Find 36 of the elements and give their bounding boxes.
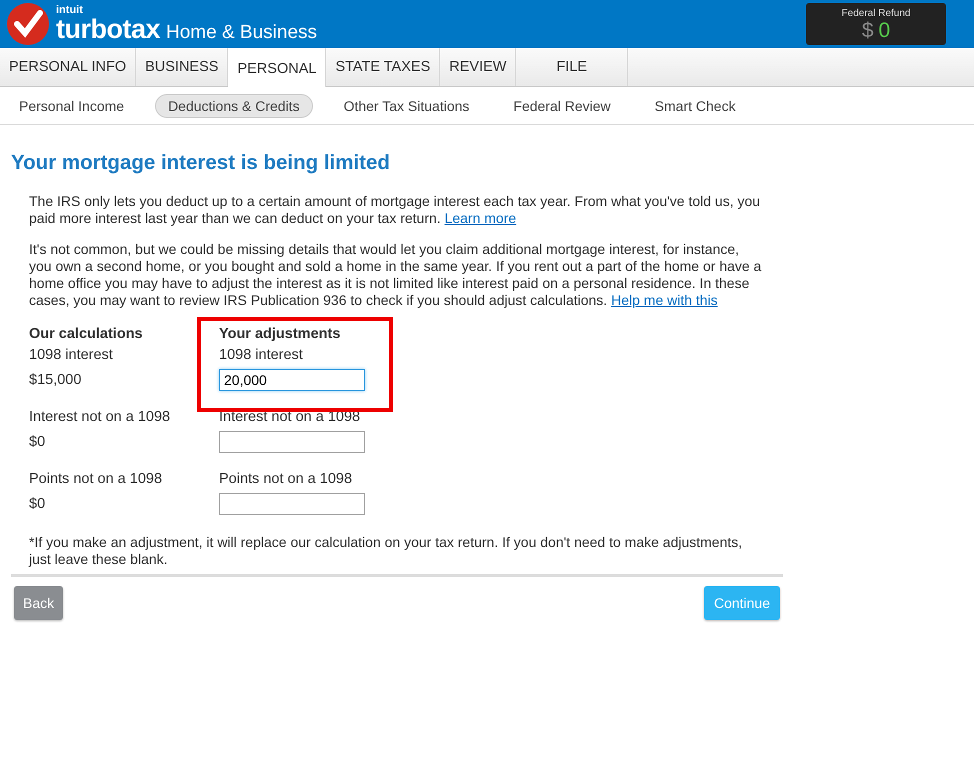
adjustment-input[interactable]: 20,000 [219, 368, 365, 390]
subnav-tab[interactable]: Smart Check [642, 94, 749, 118]
field-label: 1098 interest [29, 346, 114, 364]
subnav-tab[interactable]: Personal Income [6, 94, 138, 118]
nav-tab[interactable]: PERSONAL INFO [0, 48, 136, 86]
footnote: *If you make an adjustment, it will replace our calculation on your tax return. If you don't need to make adjustments, just leave these blank. [29, 534, 744, 568]
column-heading: Our calculations [29, 324, 144, 344]
refund-amount: 0 [878, 20, 890, 40]
field-label: Interest not on a 1098 [29, 408, 172, 426]
field-label: Points not on a 1098 [219, 470, 354, 488]
field-label: Points not on a 1098 [29, 470, 164, 488]
nav-tab[interactable]: REVIEW [440, 48, 516, 86]
field-label: 1098 interest [219, 346, 304, 364]
nav-tab[interactable]: STATE TAXES [326, 48, 440, 86]
subnav-tab[interactable]: Deductions & Credits [155, 94, 313, 118]
adjustment-input[interactable] [219, 430, 365, 452]
adjustment-input[interactable] [219, 492, 365, 514]
currency-symbol: $ [862, 20, 874, 40]
intro-paragraph: The IRS only lets you deduct up to a certain amount of mortgage interest each tax year. From what you've told us, you paid more interest last year than we can deduct on your tax return. Learn more [29, 193, 762, 227]
learn-more-link[interactable]: Learn more [444, 210, 516, 226]
calculated-value: $0 [29, 494, 46, 514]
brand-parent-name: intuit [56, 5, 84, 16]
page-title: Your mortgage interest is being limited [11, 151, 391, 175]
nav-tab[interactable]: PERSONAL [228, 48, 326, 87]
checkmark-logo-icon [6, 2, 50, 46]
subnav-tab[interactable]: Other Tax Situations [330, 94, 482, 118]
help-link[interactable]: Help me with this [611, 292, 718, 308]
calculated-value: $0 [29, 432, 46, 452]
details-paragraph: It's not common, but we could be missing details that would let you claim additional mortgage interest, for instance, you own a second home, or you bought and sold a home in the same year. If you rent out a part of the home or have a home office you may have to adjust the interest as it is not limited like interest paid on a personal residence. In these cases, you may want to review IRS Publication 936 to check if you should adjust calculations. Help me with this [29, 241, 762, 309]
subnav-tab[interactable]: Federal Review [500, 94, 624, 118]
product-edition: Home & Business [166, 23, 318, 42]
calculated-value: $15,000 [29, 370, 82, 390]
brand-name: turbotax [56, 16, 160, 43]
column-heading: Your adjustments [219, 324, 342, 344]
refund-label: Federal Refund [842, 8, 910, 18]
nav-tab[interactable]: FILE [516, 48, 628, 86]
